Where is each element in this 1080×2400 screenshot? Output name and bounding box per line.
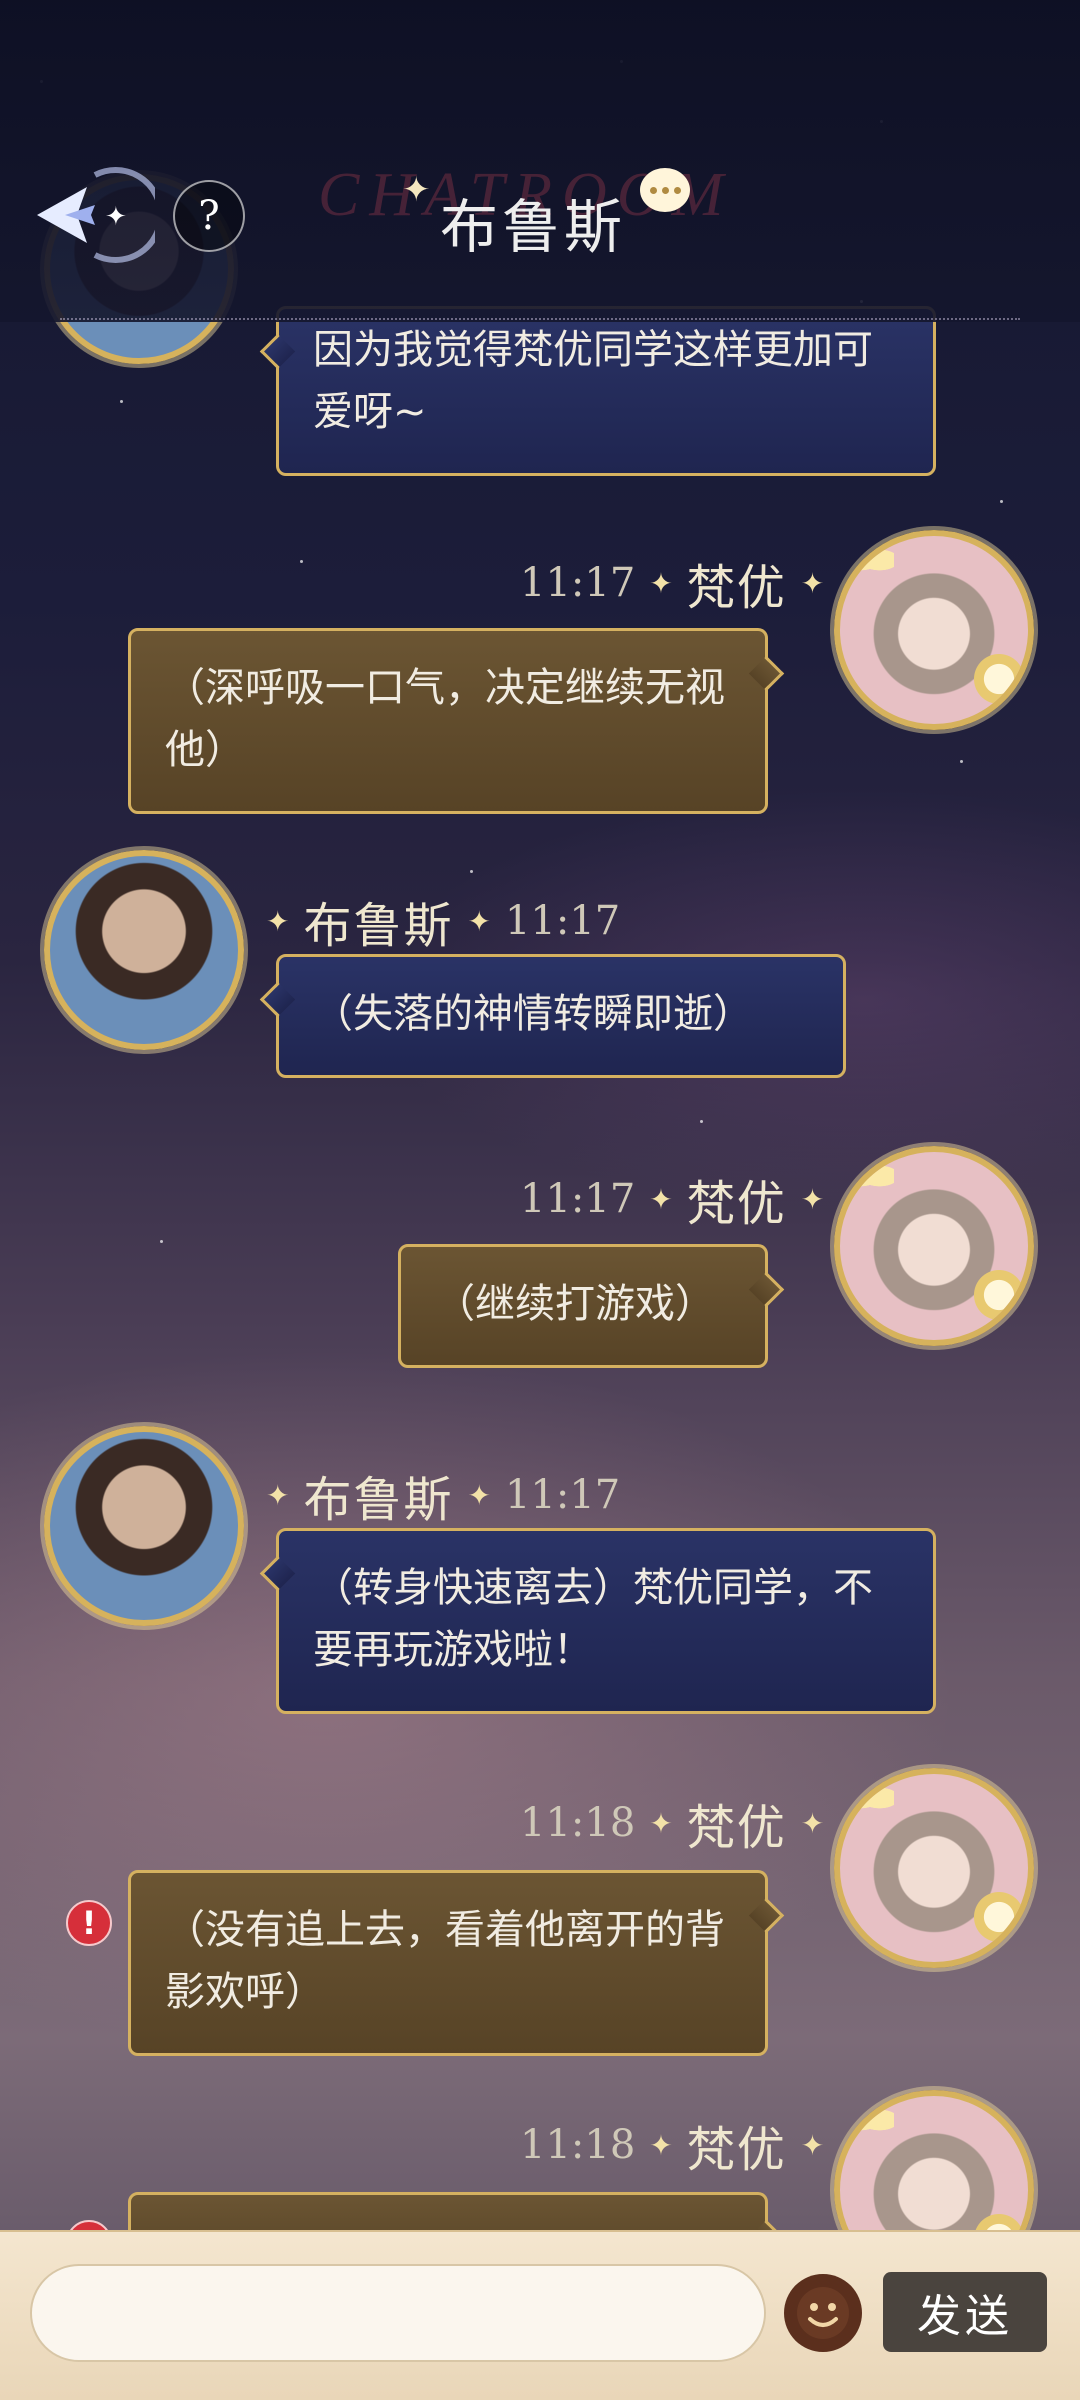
svg-text:✦: ✦ <box>105 202 127 232</box>
message-bubble: （深呼吸一口气，决定继续无视他） <box>128 628 768 814</box>
message-meta: 11:17 ✦ 梵优 ✦ <box>520 548 824 618</box>
flower-decoration-icon <box>964 1882 1028 1952</box>
bow-icon <box>846 542 894 578</box>
message-time: 11:17 <box>504 898 621 944</box>
sender-name: 布鲁斯 <box>303 898 454 954</box>
message-bubble: （没有追上去，看着他离开的背影欢呼） <box>128 1870 768 2056</box>
sender-name: 梵优 <box>686 1800 787 1856</box>
message-time: 11:17 <box>520 1176 636 1222</box>
message-time: 11:17 <box>504 1472 621 1518</box>
sparkle-icon: ✦ <box>800 566 825 600</box>
sparkle-icon: ✦ <box>266 904 290 938</box>
sparkle-icon: ✦ <box>649 1182 673 1216</box>
fanyou-avatar[interactable] <box>834 1768 1034 1968</box>
sparkle-icon: ✦ <box>467 904 491 938</box>
smiley-face-icon <box>797 2287 849 2339</box>
message-meta: ✦ 布鲁斯 ✦ 11:17 <box>266 886 620 956</box>
message-meta: 11:17 ✦ 梵优 ✦ <box>520 1164 824 1234</box>
sparkle-icon: ✦ <box>266 1478 290 1512</box>
message-time: 11:18 <box>520 2122 636 2168</box>
bruce-avatar[interactable] <box>44 1426 244 1626</box>
message-bubble: （失落的神情转瞬即逝） <box>276 954 846 1078</box>
sparkle-icon: ✦ <box>649 2128 673 2162</box>
sparkle-icon: ✦ <box>467 1478 491 1512</box>
bow-icon <box>846 1158 894 1194</box>
sparkle-icon: ✦ <box>800 2128 825 2162</box>
sender-name: 布鲁斯 <box>303 1472 454 1528</box>
message-bubble: 因为我觉得梵优同学这样更加可爱呀~ <box>276 306 936 476</box>
message-text: 因为我觉得梵优同学这样更加可爱呀~ <box>313 327 873 435</box>
fanyou-avatar[interactable] <box>834 530 1034 730</box>
send-failed-icon[interactable]: ! <box>66 1900 112 1946</box>
help-button[interactable]: ? <box>173 180 245 252</box>
message-text: （继续打游戏） <box>435 1281 715 1327</box>
fanyou-avatar[interactable] <box>834 1146 1034 1346</box>
sparkle-icon: ✦ <box>649 566 673 600</box>
message-input[interactable] <box>30 2264 766 2362</box>
emoji-button[interactable] <box>784 2274 862 2352</box>
message-text: （深呼吸一口气，决定继续无视他） <box>165 665 725 773</box>
chat-title: 布鲁斯 <box>440 193 627 261</box>
message-meta: ✦ 布鲁斯 ✦ 11:17 <box>266 1460 620 1530</box>
message-meta: 11:18 ✦ 梵优 ✦ <box>520 2110 824 2180</box>
bow-icon <box>846 1780 894 1816</box>
chat-header: ✦ ? CHATROOM ✦ 布鲁斯 <box>0 0 1080 322</box>
sparkle-icon: ✦ <box>649 1806 673 1840</box>
flower-decoration-icon <box>964 644 1028 714</box>
input-bar: 发送 <box>0 2230 1080 2400</box>
sender-name: 梵优 <box>686 2122 787 2178</box>
message-text: （没有追上去，看着他离开的背影欢呼） <box>165 1907 725 2015</box>
sender-name: 梵优 <box>686 1176 787 1232</box>
message-time: 11:17 <box>520 560 636 606</box>
flower-decoration-icon <box>964 1260 1028 1330</box>
sparkle-icon: ✦ <box>800 1182 825 1216</box>
message-bubble: （继续打游戏） <box>398 1244 768 1368</box>
back-arrow-icon: ✦ <box>37 167 155 263</box>
message-bubble: （转身快速离去）梵优同学，不要再玩游戏啦！ <box>276 1528 936 1714</box>
back-button[interactable]: ✦ <box>20 160 160 270</box>
send-button[interactable]: 发送 <box>883 2272 1047 2352</box>
bruce-avatar[interactable] <box>44 850 244 1050</box>
message-meta: 11:18 ✦ 梵优 ✦ <box>520 1788 824 1858</box>
sparkle-icon: ✦ <box>800 1806 825 1840</box>
message-time: 11:18 <box>520 1800 636 1846</box>
sender-name: 梵优 <box>686 560 787 616</box>
message-text: （转身快速离去）梵优同学，不要再玩游戏啦！ <box>313 1565 873 1673</box>
message-list[interactable]: 因为我觉得梵优同学这样更加可爱呀~ 11:17 ✦ 梵优 ✦ （深呼吸一口气，决… <box>0 0 1080 2290</box>
speech-bubble-icon <box>640 168 690 212</box>
header-divider <box>60 318 1020 320</box>
message-text: （失落的神情转瞬即逝） <box>313 991 753 1037</box>
bow-icon <box>846 2102 894 2138</box>
sparkle-icon: ✦ <box>402 170 431 210</box>
